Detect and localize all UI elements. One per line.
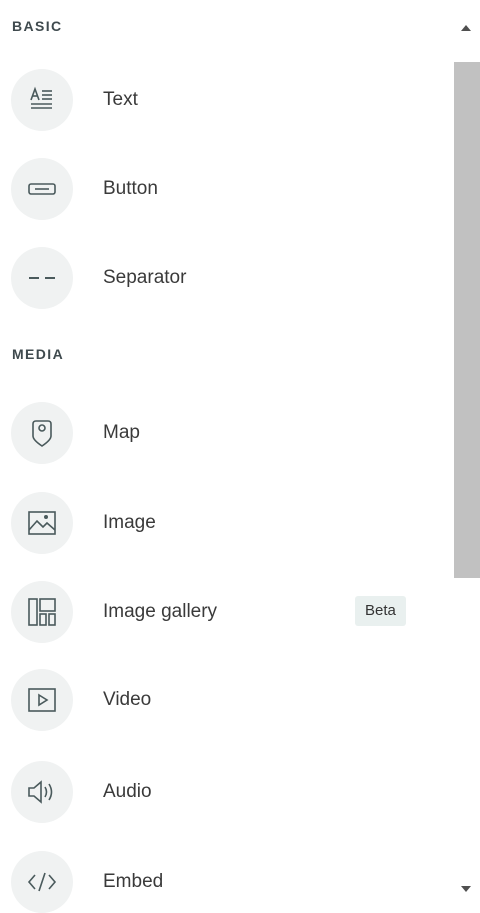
block-label: Audio [103,781,152,802]
block-item-embed[interactable]: Embed [0,842,440,913]
scroll-up-arrow-icon[interactable] [452,14,480,42]
block-label: Video [103,689,152,710]
content-blocks-panel: BASIC Text Button Separator MEDIA Map Im… [0,0,480,913]
block-item-map[interactable]: Map [0,393,440,473]
block-label: Map [103,422,140,443]
vertical-scrollbar[interactable] [452,0,480,913]
embed-icon [11,851,73,913]
block-item-button[interactable]: Button [0,149,440,229]
block-item-video[interactable]: Video [0,660,440,740]
block-label: Text [103,89,138,110]
text-icon [11,69,73,131]
image-icon [11,492,73,554]
block-item-separator[interactable]: Separator [0,238,440,318]
section-header-basic: BASIC [12,18,63,34]
scroll-down-arrow-icon[interactable] [452,875,480,903]
scrollbar-thumb[interactable] [454,62,480,578]
beta-badge: Beta [355,596,406,626]
gallery-icon [11,581,73,643]
block-label: Button [103,178,158,199]
block-item-image[interactable]: Image [0,483,440,563]
block-label: Image [103,512,156,533]
block-label: Embed [103,871,164,892]
video-icon [11,669,73,731]
audio-icon [11,761,73,823]
button-icon [11,158,73,220]
block-label: Separator [103,267,187,288]
separator-icon [11,247,73,309]
map-pin-icon [11,402,73,464]
block-item-audio[interactable]: Audio [0,752,440,832]
block-item-image-gallery[interactable]: Image gallery Beta [0,572,440,652]
section-header-media: MEDIA [12,346,65,362]
block-label: Image gallery [103,601,218,622]
block-item-text[interactable]: Text [0,60,440,140]
